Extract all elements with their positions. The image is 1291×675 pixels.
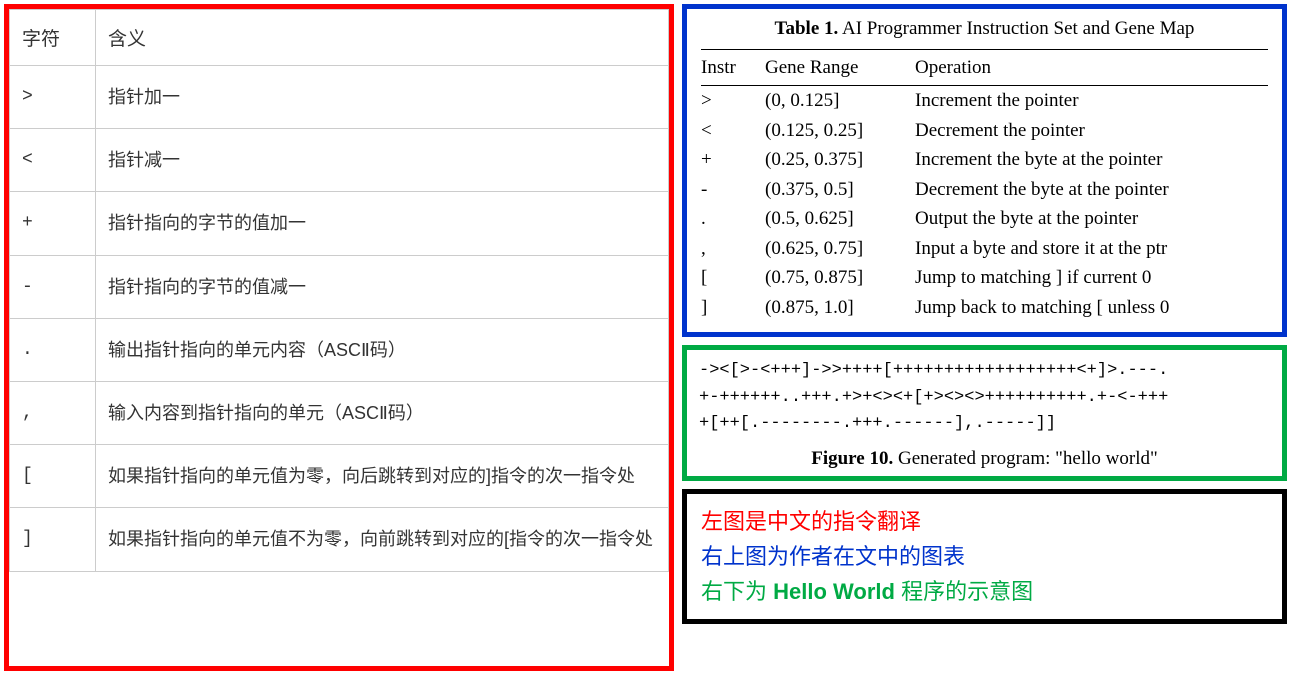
brainfuck-code: -><[>-<+++]->>++++[++++++++++++++++++<+]… xyxy=(699,358,1270,437)
figure10-hello-world: -><[>-<+++]->>++++[++++++++++++++++++<+]… xyxy=(682,345,1287,480)
cell-meaning: 指针指向的字节的值加一 xyxy=(96,192,669,255)
table-row: ](0.875, 1.0]Jump back to matching [ unl… xyxy=(701,293,1268,323)
cell-meaning: 指针减一 xyxy=(96,129,669,192)
cell-char: . xyxy=(10,318,96,381)
cell-meaning: 指针指向的字节的值减一 xyxy=(96,255,669,318)
header-instr: Instr xyxy=(701,54,765,82)
cell-meaning: 如果指针指向的单元值不为零，向前跳转到对应的[指令的次一指令处 xyxy=(96,508,669,571)
cell-instr: ] xyxy=(701,294,765,322)
table-row: .输出指针指向的单元内容（ASCⅡ码） xyxy=(10,318,669,381)
left-panel-chinese-table: 字符 含义 >指针加一<指针减一+指针指向的字节的值加一-指针指向的字节的值减一… xyxy=(4,4,674,671)
table1-caption: Table 1. AI Programmer Instruction Set a… xyxy=(701,15,1268,43)
legend-line-topright: 右上图为作者在文中的图表 xyxy=(701,539,1268,574)
legend-box: 左图是中文的指令翻译 右上图为作者在文中的图表 右下为 Hello World … xyxy=(682,489,1287,625)
cell-char: < xyxy=(10,129,96,192)
cell-range: (0.5, 0.625] xyxy=(765,205,915,233)
cell-op: Output the byte at the pointer xyxy=(915,205,1268,233)
table-row: >(0, 0.125]Increment the pointer xyxy=(701,86,1268,116)
table1-header-row: Instr Gene Range Operation xyxy=(701,49,1268,87)
cell-instr: + xyxy=(701,146,765,174)
cell-instr: < xyxy=(701,117,765,145)
table-row: [(0.75, 0.875]Jump to matching ] if curr… xyxy=(701,263,1268,293)
cell-range: (0.125, 0.25] xyxy=(765,117,915,145)
table-row: +指针指向的字节的值加一 xyxy=(10,192,669,255)
legend-line-bottomright: 右下为 Hello World 程序的示意图 xyxy=(701,574,1268,609)
table-row: <(0.125, 0.25]Decrement the pointer xyxy=(701,116,1268,146)
table-row: ,输入内容到指针指向的单元（ASCⅡ码） xyxy=(10,381,669,444)
cell-char: > xyxy=(10,66,96,129)
cell-op: Jump back to matching [ unless 0 xyxy=(915,294,1268,322)
header-char: 字符 xyxy=(10,10,96,66)
cell-op: Input a byte and store it at the ptr xyxy=(915,235,1268,263)
cell-char: + xyxy=(10,192,96,255)
cell-range: (0.375, 0.5] xyxy=(765,176,915,204)
instruction-table-chinese: 字符 含义 >指针加一<指针减一+指针指向的字节的值加一-指针指向的字节的值减一… xyxy=(9,9,669,572)
cell-range: (0.625, 0.75] xyxy=(765,235,915,263)
table-row: -指针指向的字节的值减一 xyxy=(10,255,669,318)
cell-op: Increment the pointer xyxy=(915,87,1268,115)
cell-instr: [ xyxy=(701,264,765,292)
cell-instr: > xyxy=(701,87,765,115)
cell-meaning: 指针加一 xyxy=(96,66,669,129)
table-row: [如果指针指向的单元值为零，向后跳转到对应的]指令的次一指令处 xyxy=(10,445,669,508)
cell-instr: - xyxy=(701,176,765,204)
table-row: .(0.5, 0.625]Output the byte at the poin… xyxy=(701,204,1268,234)
cell-char: , xyxy=(10,381,96,444)
cell-op: Increment the byte at the pointer xyxy=(915,146,1268,174)
cell-instr: . xyxy=(701,205,765,233)
cell-meaning: 输出指针指向的单元内容（ASCⅡ码） xyxy=(96,318,669,381)
cell-meaning: 如果指针指向的单元值为零，向后跳转到对应的]指令的次一指令处 xyxy=(96,445,669,508)
cell-range: (0, 0.125] xyxy=(765,87,915,115)
cell-meaning: 输入内容到指针指向的单元（ASCⅡ码） xyxy=(96,381,669,444)
cell-range: (0.75, 0.875] xyxy=(765,264,915,292)
cell-op: Jump to matching ] if current 0 xyxy=(915,264,1268,292)
cell-op: Decrement the pointer xyxy=(915,117,1268,145)
table1-gene-map: Table 1. AI Programmer Instruction Set a… xyxy=(682,4,1287,337)
table-row: ]如果指针指向的单元值不为零，向前跳转到对应的[指令的次一指令处 xyxy=(10,508,669,571)
table-row: <指针减一 xyxy=(10,129,669,192)
legend-line-left: 左图是中文的指令翻译 xyxy=(701,504,1268,539)
table-row: -(0.375, 0.5]Decrement the byte at the p… xyxy=(701,175,1268,205)
table-row: +(0.25, 0.375]Increment the byte at the … xyxy=(701,145,1268,175)
cell-range: (0.875, 1.0] xyxy=(765,294,915,322)
cell-op: Decrement the byte at the pointer xyxy=(915,176,1268,204)
header-range: Gene Range xyxy=(765,54,915,82)
table-row: >指针加一 xyxy=(10,66,669,129)
figure10-caption: Figure 10. Generated program: "hello wor… xyxy=(699,448,1270,470)
cell-range: (0.25, 0.375] xyxy=(765,146,915,174)
cell-char: ] xyxy=(10,508,96,571)
table-row: ,(0.625, 0.75]Input a byte and store it … xyxy=(701,234,1268,264)
cell-char: [ xyxy=(10,445,96,508)
right-panel: Table 1. AI Programmer Instruction Set a… xyxy=(682,4,1287,671)
cell-char: - xyxy=(10,255,96,318)
header-op: Operation xyxy=(915,54,1268,82)
header-meaning: 含义 xyxy=(96,10,669,66)
cell-instr: , xyxy=(701,235,765,263)
